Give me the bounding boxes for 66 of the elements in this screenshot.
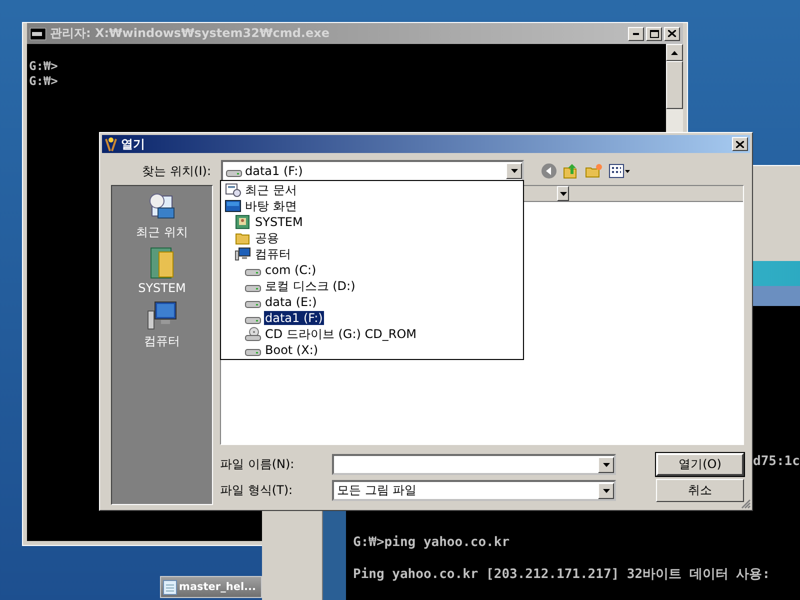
location-item[interactable]: 로컬 디스크 (D:) [221,278,523,294]
close-icon [736,140,744,148]
maximize-icon [650,30,658,38]
cancel-button[interactable]: 취소 [656,479,744,502]
location-item[interactable]: SYSTEM [221,214,523,230]
places-item[interactable]: 최근 위치 [136,192,188,241]
places-item[interactable]: SYSTEM [138,247,186,295]
look-in-label: 찾는 위치(I): [141,162,211,180]
file-name-field[interactable] [332,454,616,475]
console-line: G:₩>ping yahoo.co.kr [353,535,510,550]
scroll-up-icon [671,50,678,54]
cd-drive-icon [245,327,261,341]
close-button[interactable] [664,26,680,40]
maximize-button[interactable] [646,26,662,40]
location-item[interactable]: Boot (X:) [221,342,523,358]
location-item[interactable]: 컴퓨터 [221,246,523,262]
desktop-icon [225,199,241,213]
scroll-thumb[interactable] [666,61,683,109]
location-item[interactable]: com (C:) [221,262,523,278]
computer-icon [146,301,178,331]
close-button[interactable] [732,137,748,151]
new-folder-icon [585,163,603,179]
taskbar-button[interactable]: master_hel... [160,576,262,598]
dialog-title: 열기 [121,136,145,152]
location-item[interactable]: data1 (F:) [221,310,523,326]
taskbar-label: master_hel... [179,581,256,593]
user-folder-icon [235,215,251,229]
window-title: 관리자: X:₩windows₩system32₩cmd.exe [50,25,330,42]
location-item[interactable]: 최근 문서 [221,182,523,198]
user-folder-icon [149,247,175,279]
console-text: d75:1c [753,454,800,469]
back-button[interactable] [541,163,557,179]
open-button[interactable]: 열기(O) [656,453,744,476]
file-type-combo[interactable]: 모든 그림 파일 [332,480,616,501]
location-item[interactable]: 공용 [221,230,523,246]
view-menu-button[interactable] [609,164,631,178]
notepad-icon [163,579,177,595]
console-line: Ping yahoo.co.kr [203.212.171.217] 32바이트 데이터 사용: [353,567,770,582]
resize-grip-icon [741,499,751,509]
places-item[interactable]: 컴퓨터 [144,301,180,350]
dropdown-button[interactable] [598,482,614,498]
recent-documents-icon [225,183,241,197]
minimize-icon [633,32,639,34]
dropdown-button[interactable] [506,163,522,179]
app-icon [104,136,118,152]
location-item[interactable]: 바탕 화면 [221,198,523,214]
location-item[interactable]: CD 드라이브 (G:) CD_ROM [221,326,523,342]
close-icon [668,30,676,37]
location-item[interactable]: data (E:) [221,294,523,310]
caret-icon [560,192,566,196]
computer-icon [235,247,251,261]
dropdown-button[interactable] [598,456,614,472]
folder-icon [235,231,251,245]
up-folder-icon [563,163,579,179]
console-line: G:₩> [29,74,58,89]
column-menu-button[interactable] [557,186,569,201]
file-type-label: 파일 형식(T): [220,482,294,499]
caret-icon [602,462,610,466]
view-menu-icon [609,164,631,178]
console-icon [30,28,46,40]
console-line: G:₩> [29,59,58,74]
caret-icon [510,169,518,173]
file-name-label: 파일 이름(N): [220,456,296,473]
minimize-button[interactable] [628,26,644,40]
caret-icon [602,488,610,492]
look-in-combo[interactable]: data1 (F:) [221,160,524,182]
